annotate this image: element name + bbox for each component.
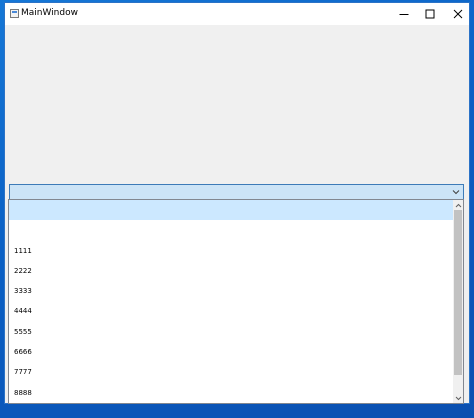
- list-item[interactable]: [9, 220, 454, 240]
- scroll-up-button[interactable]: [453, 200, 463, 210]
- maximize-button[interactable]: [415, 3, 445, 25]
- list-item[interactable]: 7777: [9, 362, 454, 382]
- desktop-background: MainWindow 1111 2222 3333 4444 5555 6666…: [0, 0, 474, 418]
- minimize-icon: [399, 14, 409, 15]
- list-item[interactable]: 8888: [9, 383, 454, 403]
- list-item[interactable]: 2222: [9, 261, 454, 281]
- dropdown-items: 1111 2222 3333 4444 5555 6666 7777 8888: [9, 200, 454, 403]
- list-item[interactable]: 3333: [9, 281, 454, 301]
- chevron-down-icon: [452, 190, 460, 195]
- scroll-thumb[interactable]: [454, 210, 462, 375]
- maximize-icon: [425, 9, 435, 19]
- window-title: MainWindow: [21, 8, 78, 18]
- list-item[interactable]: 5555: [9, 322, 454, 342]
- close-icon: [453, 9, 463, 19]
- app-window-icon: [10, 9, 19, 18]
- title-bar[interactable]: MainWindow: [5, 3, 469, 25]
- list-item[interactable]: 1111: [9, 241, 454, 261]
- vertical-scrollbar[interactable]: [453, 200, 463, 403]
- close-button[interactable]: [443, 3, 473, 25]
- combo-box[interactable]: [9, 184, 464, 200]
- list-item[interactable]: 4444: [9, 301, 454, 321]
- list-item[interactable]: 6666: [9, 342, 454, 362]
- combo-dropdown-list: 1111 2222 3333 4444 5555 6666 7777 8888: [8, 199, 464, 404]
- scroll-down-button[interactable]: [453, 393, 463, 403]
- chevron-down-icon: [455, 396, 461, 400]
- chevron-up-icon: [455, 203, 461, 207]
- combo-dropdown-button[interactable]: [451, 187, 461, 197]
- list-item[interactable]: [9, 200, 454, 221]
